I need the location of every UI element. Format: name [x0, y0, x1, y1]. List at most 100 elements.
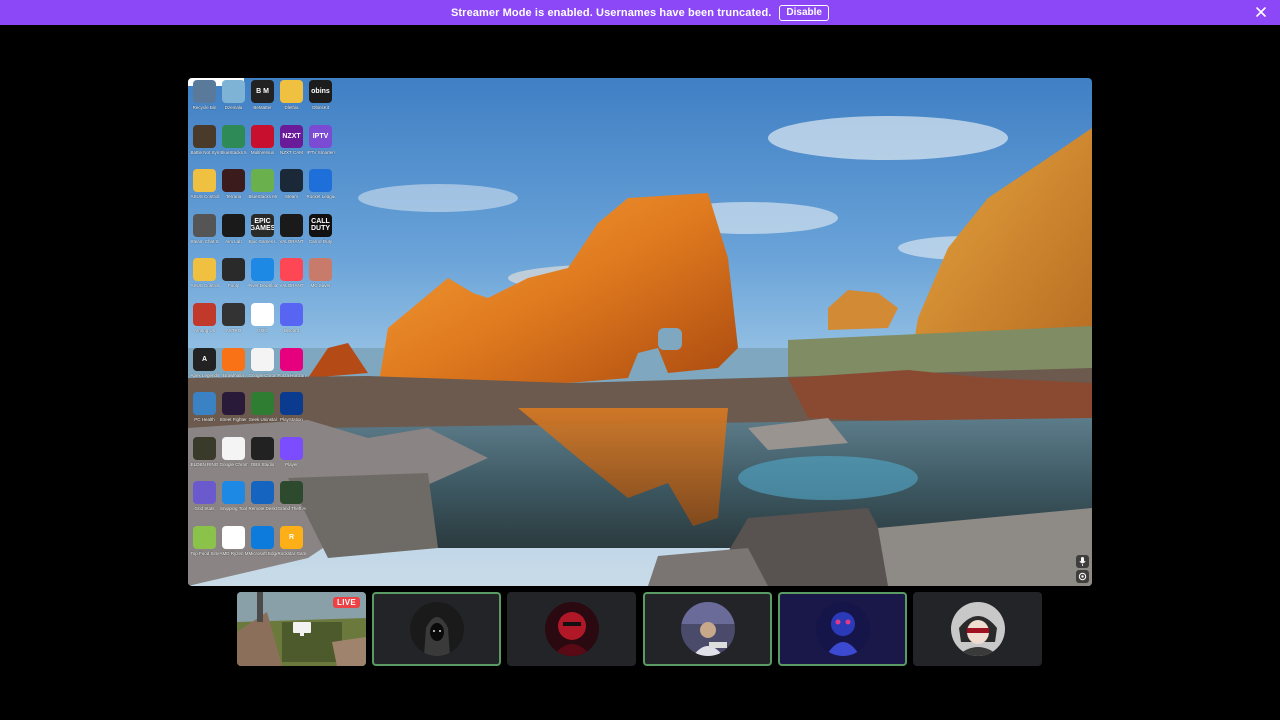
desktop-shortcut[interactable]: A Apex Legends [190, 347, 219, 393]
desktop-shortcut[interactable]: Google Chrome [219, 436, 248, 482]
desktop-shortcut-label: Rockstar Games [277, 550, 306, 556]
desktop-shortcut[interactable]: MC Saver [306, 258, 335, 303]
participant-tile-1[interactable] [372, 592, 501, 666]
desktop-shortcut[interactable]: Battle Not Synthesize [190, 124, 219, 170]
obins-icon: obins [309, 80, 332, 103]
desktop-shortcut-label: BeMatter [253, 105, 272, 110]
desktop-shortcut[interactable]: Rocket League [306, 169, 335, 214]
camera-app-icon [222, 481, 245, 505]
desktop-shortcut-label: OBS Studio [250, 461, 275, 467]
desktop-shortcut[interactable]: VALORANT [277, 213, 306, 259]
settings-icon[interactable] [1076, 570, 1089, 583]
desktop-shortcut[interactable]: PlayStation [277, 392, 306, 437]
desktop-shortcut[interactable]: IPTV IPTV Smarters [306, 124, 335, 170]
desktop-shortcut[interactable]: BlueStacks Multi-Instance [248, 169, 277, 214]
desktop-shortcut[interactable]: Brawlhalla [219, 347, 248, 393]
desktop-shortcut-label: BlueStacks Multi-Instance [248, 194, 277, 200]
desktop-shortcut[interactable]: ASUS Controller [190, 258, 219, 303]
desktop-shortcut[interactable]: AMD Ryzen Master [219, 525, 248, 571]
desktop-shortcut [306, 437, 335, 482]
chrome-icon [251, 347, 274, 371]
close-icon[interactable] [1254, 5, 1268, 19]
desktop-shortcut[interactable]: MultiVersus [248, 124, 277, 170]
gecko-icon [251, 392, 274, 416]
desktop-shortcut[interactable]: Terraria [219, 169, 248, 214]
desktop-shortcut[interactable]: Fooly [219, 258, 248, 303]
desktop-shortcut[interactable]: Discord [277, 302, 306, 348]
desktop-shortcut-label: Brawlhalla [223, 372, 244, 378]
desktop-shortcut[interactable]: ASUS Controller Tool [190, 169, 219, 214]
rocket-league-icon [309, 169, 332, 193]
desktop-shortcut-label: MC Saver [310, 283, 331, 289]
desktop-shortcut-label: Recycle Bin [192, 105, 217, 110]
desktop-shortcut [306, 348, 335, 393]
desktop-shortcut[interactable]: ELDEN RING [190, 436, 219, 482]
steam-icon [280, 169, 303, 193]
bm-app-icon: B M [251, 80, 274, 103]
desktop-shortcut-label: Microsoft Edge [248, 550, 277, 556]
participant-tile-4[interactable] [778, 592, 907, 666]
participant-tile-5[interactable] [913, 592, 1042, 666]
desktop-shortcut[interactable]: BlueStacks 5 [219, 124, 248, 170]
desktop-shortcut[interactable]: Fiver Download [248, 258, 277, 303]
empty-slot [309, 481, 332, 504]
desktop-shortcut[interactable]: PC Health [190, 392, 219, 437]
desktop-shortcut[interactable]: obins ObinsKit [306, 80, 335, 125]
desktop-shortcut[interactable]: Among Us [190, 302, 219, 348]
live-badge: LIVE [333, 597, 360, 608]
desktop-shortcut-label: NZXT CAM [280, 149, 303, 155]
discord-icon [280, 302, 303, 326]
microphone-icon[interactable] [1076, 555, 1089, 568]
desktop-shortcut[interactable]: OBS Studio [248, 436, 277, 482]
desktop-shortcut-label: Street Fighter 6 [219, 417, 248, 423]
chrome-icon [222, 436, 245, 460]
stream-view[interactable]: Recycle Bin Dzemala B M BeMatter Dlethia obin… [188, 78, 1092, 586]
streamer-mode-banner: Streamer Mode is enabled. Usernames have… [0, 0, 1280, 25]
empty-slot [309, 392, 332, 415]
desktop-shortcut[interactable]: Dzemala [219, 80, 248, 125]
desktop-shortcut-label: AMD Ryzen Master [219, 550, 248, 556]
desktop-shortcut-label: Discord [283, 327, 300, 333]
disable-streamer-mode-button[interactable]: Disable [779, 4, 829, 21]
desktop-shortcut-label: Terraria [225, 194, 242, 200]
desktop-shortcut-label: Forza Horizon [277, 372, 306, 378]
desktop-shortcut-label: Call of Duty [308, 238, 333, 244]
desktop-shortcut[interactable]: EPIC GAMESEpic Games Launcher [248, 213, 277, 259]
desktop-shortcut[interactable]: RRockstar Games [277, 525, 306, 571]
aimlab-icon [222, 213, 245, 237]
desktop-shortcut[interactable]: Steam [277, 169, 306, 214]
desktop-shortcut[interactable]: Snipping Tool [219, 481, 248, 526]
participant-tile-2[interactable] [507, 592, 636, 666]
desktop-shortcut[interactable]: Microsoft Edge [248, 525, 277, 571]
desktop-shortcut[interactable]: VALORANT [277, 258, 306, 303]
desktop-shortcut[interactable]: Aim Lab [219, 213, 248, 259]
bluestacks-icon [222, 124, 245, 148]
desktop-shortcut[interactable]: Street Fighter 6 [219, 392, 248, 437]
desktop-shortcut[interactable]: Player [277, 436, 306, 482]
stream-preview-tile[interactable]: LIVE [237, 592, 366, 666]
desktop-shortcut[interactable]: GOG [248, 302, 277, 348]
nzxt-icon: NZXT [280, 124, 303, 148]
participant-tile-3[interactable] [643, 592, 772, 666]
desktop-shortcut[interactable]: Remote Desktop [248, 481, 277, 526]
desktop-shortcut[interactable]: ASTRO [219, 302, 248, 348]
desktop-shortcut[interactable]: Dlethia [277, 80, 306, 125]
desktop-shortcut-label: ObinsKit [311, 105, 329, 110]
desktop-shortcut[interactable]: NZXT NZXT CAM [277, 124, 306, 170]
desktop-shortcut-label: Epic Games Launcher [248, 238, 277, 244]
desktop-shortcut[interactable]: Grand Theft Auto V [277, 481, 306, 526]
desktop-shortcut-label: Rocket League [306, 194, 335, 200]
desktop-shortcut[interactable]: CALL DUTY Call of Duty [306, 213, 335, 259]
multiversus-icon [251, 124, 274, 148]
desktop-shortcut[interactable]: Forza Horizon [277, 347, 306, 393]
desktop-shortcut[interactable]: B M BeMatter [248, 80, 277, 125]
empty-slot [309, 526, 332, 549]
desktop-shortcut-label: Aim Lab [225, 238, 242, 244]
desktop-shortcut[interactable]: Google Chrome [248, 347, 277, 393]
desktop-shortcut[interactable]: Geek Uninstaller [248, 392, 277, 437]
desktop-shortcut[interactable]: Steam Chat Shortcut [190, 213, 219, 259]
desktop-shortcut[interactable]: Top Food Simulator [190, 525, 219, 571]
desktop-shortcut[interactable]: Recycle Bin [190, 80, 219, 125]
desktop-shortcut[interactable]: Grid Stats [190, 481, 219, 526]
generic-app-icon [222, 80, 245, 103]
